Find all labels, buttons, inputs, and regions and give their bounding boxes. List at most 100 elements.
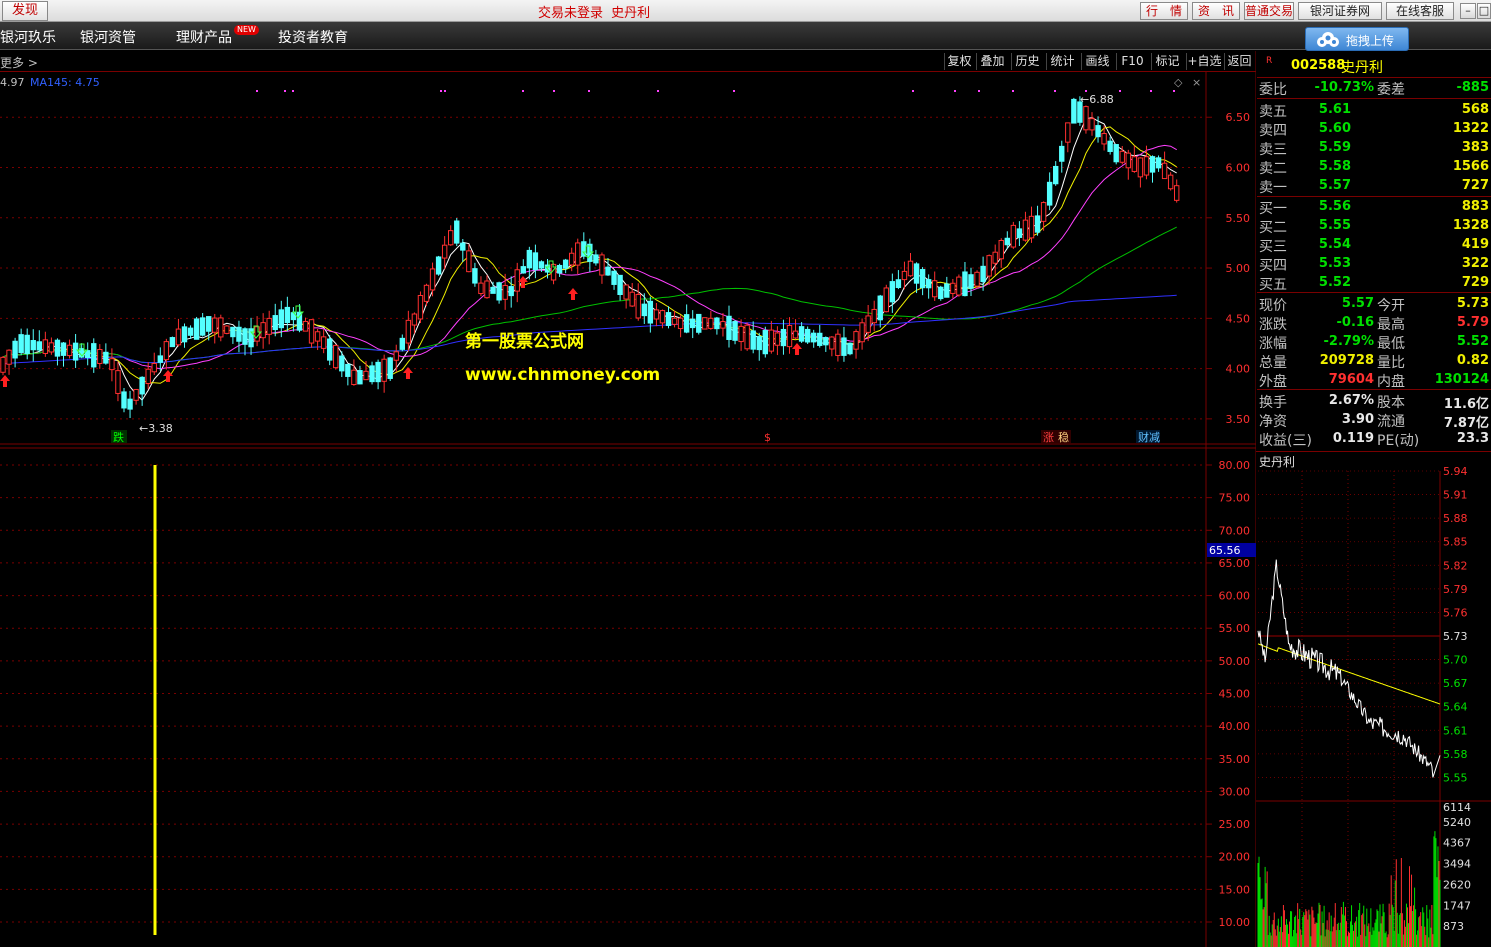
quote-stat-row[interactable]: 涨幅 -2.79% 最低 5.52 — [1257, 332, 1491, 352]
candle-body — [284, 306, 291, 324]
watermark-url: www.chnmoney.com — [465, 365, 660, 385]
order-price: 5.61 — [1318, 102, 1351, 117]
marker-rise[interactable]: 涨 — [1043, 431, 1054, 444]
stat-label: 外盘 — [1259, 374, 1287, 390]
candle-body — [278, 309, 285, 329]
intraday-price-label: 5.88 — [1443, 512, 1468, 525]
intraday-volume-label: 1747 — [1443, 899, 1471, 912]
intraday-chart[interactable]: 史丹利 5.94 5.91 5.88 5.85 5.82 5.79 5.76 5.73 5.70… — [1256, 451, 1491, 947]
order-volume: 729 — [1461, 275, 1489, 290]
candle-body — [605, 266, 611, 276]
candle-body — [877, 295, 883, 321]
quote-stat-row[interactable]: 现价 5.57 今开 5.73 — [1257, 294, 1491, 314]
stock-name: 史丹利 — [1341, 60, 1383, 76]
candle-body — [623, 284, 629, 300]
buy-order-row[interactable]: 买二 5.55 1328 — [1257, 216, 1491, 236]
indicator-tick-label: 60.00 — [1219, 590, 1251, 603]
intraday-price-label: 5.85 — [1443, 536, 1468, 549]
signal-dot — [733, 90, 735, 92]
marker-dollar[interactable]: $ — [764, 431, 771, 444]
candle-body — [889, 281, 896, 303]
candle-body — [780, 328, 787, 347]
order-price: 5.52 — [1318, 275, 1351, 290]
candle-body — [1161, 162, 1168, 180]
close-icon[interactable]: × — [1192, 76, 1201, 89]
separator — [1257, 98, 1491, 99]
drag-upload-button[interactable]: 拖拽上传 — [1305, 27, 1409, 51]
candle-body — [1125, 152, 1131, 169]
quote-stat-row[interactable]: 外盘 79604 内盘 130124 — [1257, 370, 1491, 390]
candle-body — [490, 286, 496, 294]
buy-order-row[interactable]: 买五 5.52 729 — [1257, 273, 1491, 293]
candle-body — [804, 328, 811, 343]
candle-body — [393, 351, 399, 361]
candle-body — [617, 274, 623, 296]
online-service-button[interactable]: 在线客服 — [1386, 2, 1454, 20]
quote-fundamental-row[interactable]: 换手 2.67% 股本 11.6亿 — [1257, 391, 1491, 412]
candle-body — [956, 276, 962, 296]
candle-body — [841, 337, 847, 356]
sell-order-row[interactable]: 卖三 5.59 383 — [1257, 138, 1491, 158]
order-volume: 883 — [1461, 199, 1489, 214]
minimize-button[interactable]: – — [1460, 3, 1476, 19]
candle-body — [169, 337, 176, 348]
quote-fundamental-row[interactable]: 收益(三) 0.119 PE(动) 23.3 — [1257, 429, 1491, 449]
candle-body — [254, 326, 260, 342]
indicator-tick-label: 45.00 — [1219, 688, 1251, 701]
indicator-tick-label: 20.00 — [1219, 851, 1251, 864]
indicator-tick-label: 15.00 — [1219, 883, 1251, 896]
sell-order-row[interactable]: 卖四 5.60 1322 — [1257, 119, 1491, 139]
order-price: 5.59 — [1318, 140, 1351, 155]
buy-order-row[interactable]: 买三 5.54 419 — [1257, 235, 1491, 255]
candle-body — [629, 291, 635, 307]
marker-stable[interactable]: 稳 — [1058, 430, 1069, 444]
intraday-bg — [1256, 451, 1491, 947]
maximize-button[interactable]: □ — [1477, 3, 1491, 19]
stat-value: -2.79% — [1323, 334, 1375, 349]
candle-body — [1107, 140, 1113, 152]
candle-body — [466, 250, 472, 273]
signal-dot — [553, 90, 555, 92]
fundamental-value: 2.67% — [1328, 393, 1374, 408]
stat-value: 5.73 — [1456, 296, 1489, 311]
indicator-y-axis: 80.00 75.00 70.00 65.00 60.00 55.00 50.00 45.00… — [1206, 459, 1250, 929]
sell-order-row[interactable]: 卖一 5.57 727 — [1257, 176, 1491, 196]
order-price: 5.56 — [1318, 199, 1351, 214]
intraday-price-label: 5.91 — [1443, 489, 1468, 502]
order-price: 5.54 — [1318, 237, 1351, 252]
candle-body — [333, 344, 339, 369]
marker-fall[interactable]: 跌 — [113, 430, 124, 444]
candle-body — [526, 249, 533, 269]
candle-body — [1119, 150, 1125, 163]
buy-order-row[interactable]: 买一 5.56 883 — [1257, 197, 1491, 217]
candle-body — [423, 284, 430, 302]
candle-body — [659, 310, 666, 324]
candle-body — [581, 241, 587, 257]
candle-body — [895, 279, 902, 288]
sell-order-row[interactable]: 卖五 5.61 568 — [1257, 100, 1491, 120]
quote-stat-row[interactable]: 总量 209728 量比 0.82 — [1257, 351, 1491, 371]
candle-body — [6, 349, 12, 365]
buy-order-row[interactable]: 买四 5.53 322 — [1257, 254, 1491, 274]
diamond-icon[interactable]: ◇ — [1174, 76, 1183, 89]
candle-body — [109, 358, 115, 371]
upload-label: 拖拽上传 — [1346, 34, 1395, 48]
galaxy-website-button[interactable]: 银河证券网 — [1298, 2, 1382, 20]
fundamental-value: 3.90 — [1341, 412, 1374, 427]
candle-body — [569, 252, 575, 266]
candle-body — [429, 268, 436, 291]
sell-order-row[interactable]: 卖二 5.58 1566 — [1257, 157, 1491, 177]
candle-body — [992, 251, 998, 264]
stat-label: 总量 — [1259, 355, 1287, 371]
chart-area[interactable]: 6.50 6.00 5.50 5.00 4.50 4.00 3.50 4.97 MA145:… — [0, 0, 1256, 947]
quote-stat-row[interactable]: 涨跌 -0.16 最高 5.79 — [1257, 313, 1491, 333]
signal-dot — [1085, 90, 1087, 92]
intraday-price-label: 5.61 — [1443, 724, 1468, 737]
stat-value: 5.79 — [1456, 315, 1489, 330]
candle-body — [181, 326, 188, 343]
marker-finance-reduce[interactable]: 财减 — [1138, 430, 1160, 444]
quote-fundamental-row[interactable]: 净资 3.90 流通 7.87亿 — [1257, 410, 1491, 431]
candle-body — [714, 317, 720, 330]
candle-body — [726, 315, 732, 340]
order-price: 5.53 — [1318, 256, 1351, 271]
